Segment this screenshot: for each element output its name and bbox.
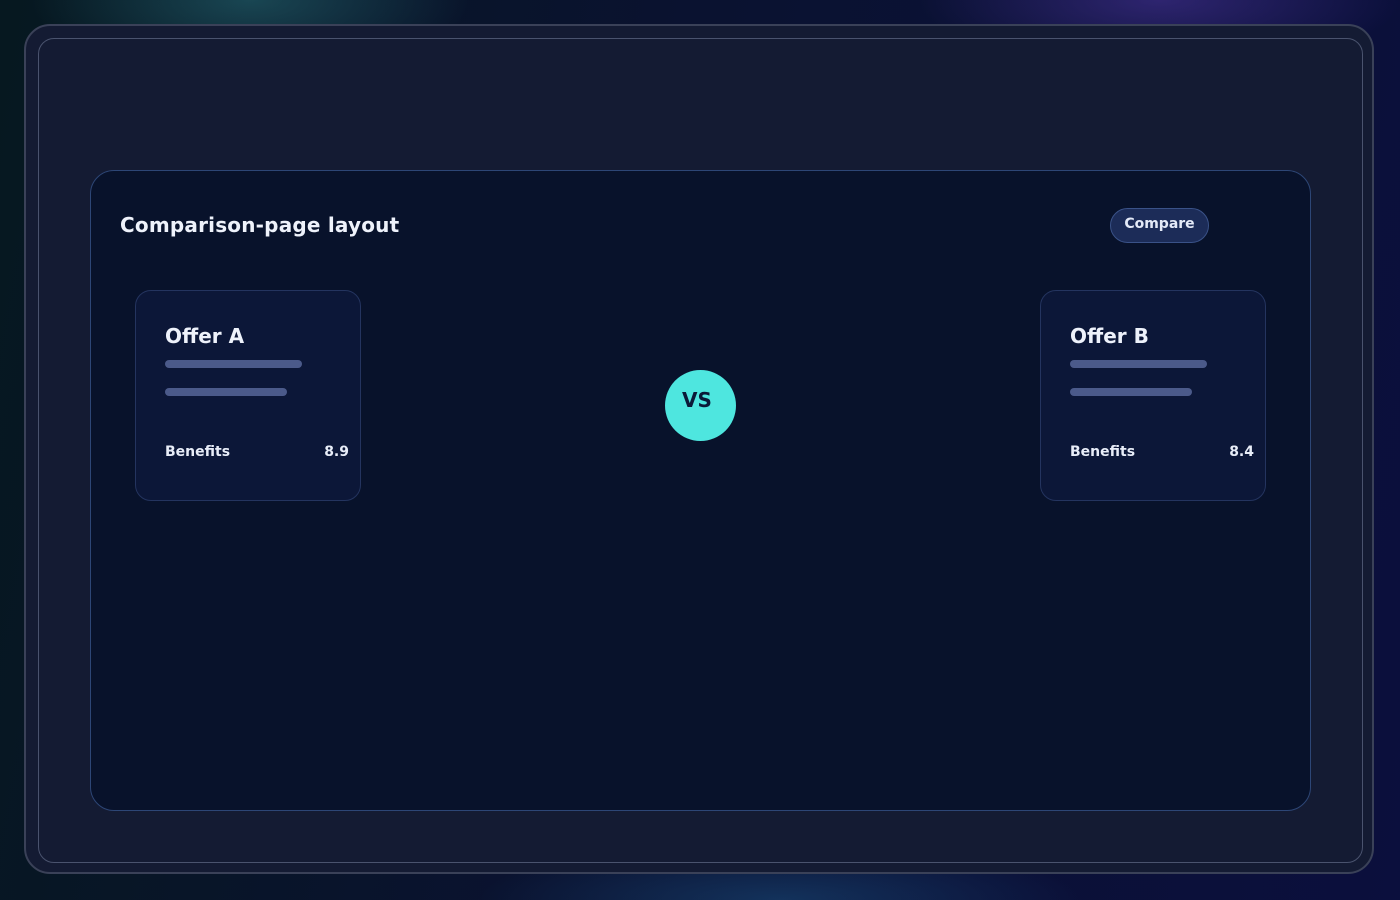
metric-label: Benefits — [1070, 444, 1136, 460]
placeholder-line — [165, 360, 302, 368]
offer-card-a[interactable]: Offer A Benefits 8.9 — [135, 290, 361, 501]
metric-value: 8.4 — [1229, 444, 1254, 460]
placeholder-line — [1070, 360, 1207, 368]
compare-button[interactable]: Compare — [1110, 208, 1209, 243]
offer-card-b[interactable]: Offer B Benefits 8.4 — [1040, 290, 1266, 501]
placeholder-line — [1070, 388, 1192, 396]
offer-title: Offer A — [165, 324, 245, 348]
vs-badge: VS — [665, 370, 736, 441]
page-title: Comparison-page layout — [120, 213, 400, 237]
metric-value: 8.9 — [324, 444, 349, 460]
offer-title: Offer B — [1070, 324, 1149, 348]
placeholder-line — [165, 388, 287, 396]
metric-label: Benefits — [165, 444, 231, 460]
